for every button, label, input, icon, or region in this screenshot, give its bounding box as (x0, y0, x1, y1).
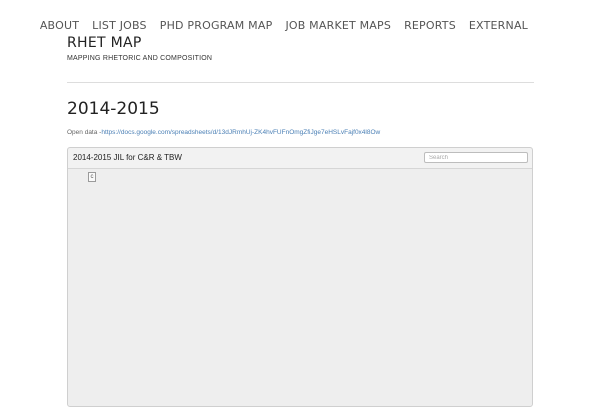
spreadsheet-embed: 2014-2015 JIL for C&R & TBW c (67, 147, 533, 407)
site-title[interactable]: RHET MAP (67, 35, 142, 51)
open-data-link[interactable]: https://docs.google.com/spreadsheets/d/1… (101, 129, 380, 136)
nav-external[interactable]: EXTERNAL (469, 19, 528, 32)
page-title: 2014-2015 (67, 99, 160, 119)
open-data-label: Open data - (67, 129, 102, 136)
nav-list-jobs[interactable]: LIST JOBS (92, 19, 147, 32)
open-data-line: Open data -https://docs.google.com/sprea… (67, 129, 380, 136)
nav-about[interactable]: ABOUT (40, 19, 79, 32)
main-nav: ABOUT LIST JOBS PHD PROGRAM MAP JOB MARK… (27, 19, 528, 32)
site-tagline: MAPPING RHETORIC AND COMPOSITION (67, 55, 213, 62)
embed-search-input[interactable] (424, 152, 528, 163)
nav-phd-program-map[interactable]: PHD PROGRAM MAP (160, 19, 273, 32)
nav-job-market-maps[interactable]: JOB MARKET MAPS (285, 19, 391, 32)
header-divider (67, 82, 534, 83)
embed-header: 2014-2015 JIL for C&R & TBW (68, 148, 532, 169)
embed-title: 2014-2015 JIL for C&R & TBW (73, 153, 182, 162)
nav-reports[interactable]: REPORTS (404, 19, 456, 32)
document-icon[interactable]: c (88, 172, 96, 182)
